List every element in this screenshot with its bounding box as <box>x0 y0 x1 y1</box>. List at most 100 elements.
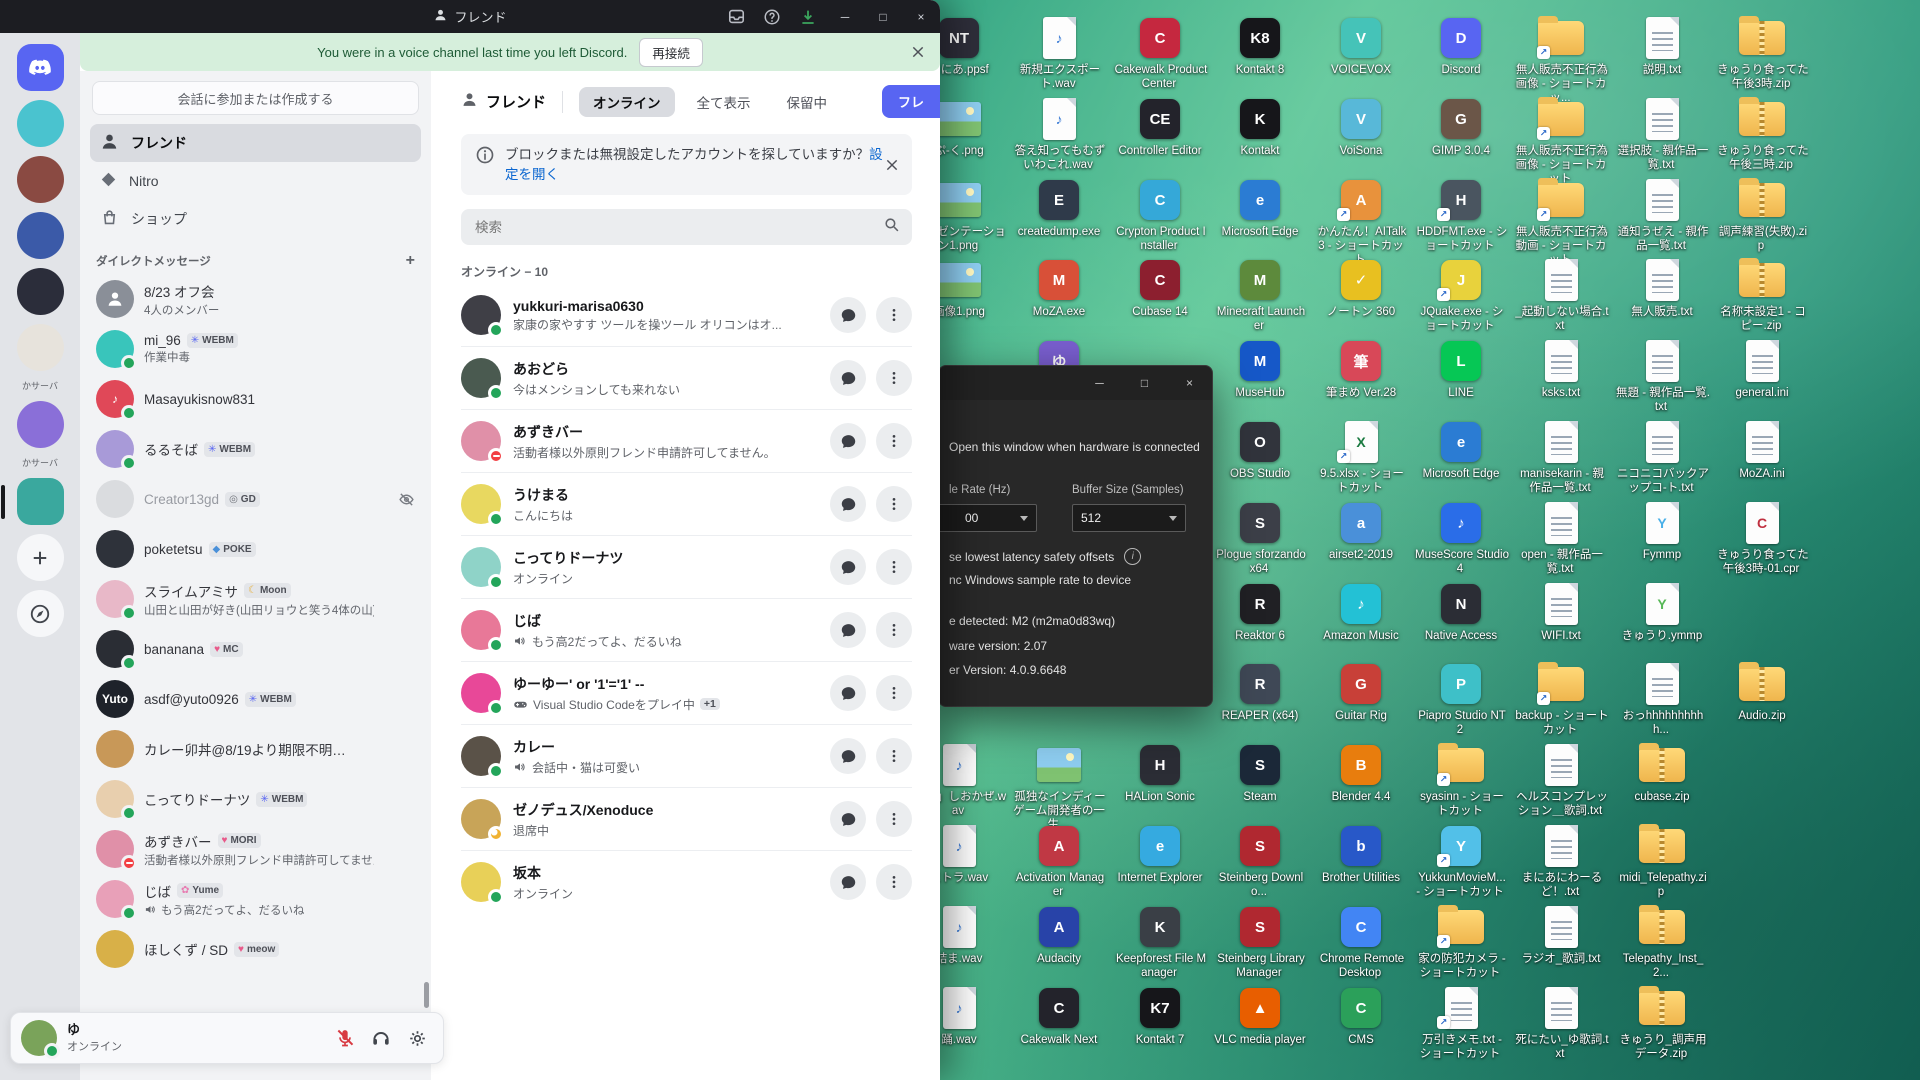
desktop-icon[interactable]: K Keepforest File Manager <box>1112 904 1208 981</box>
desktop-icon[interactable]: P Piapro Studio NT2 <box>1413 661 1509 738</box>
dm-item[interactable]: ♪ Masayukisnow831 <box>90 375 421 423</box>
more-button[interactable] <box>876 675 912 712</box>
more-button[interactable] <box>876 423 912 460</box>
dialog-close-button[interactable]: × <box>1167 366 1212 400</box>
desktop-icon[interactable]: C Cakewalk Product Center <box>1112 15 1208 92</box>
lowest-latency-option[interactable]: se lowest latency safety offsets i <box>949 548 1204 565</box>
dm-item[interactable]: あずきバー ♥ MORI 活動者様以外原則フレンド申請許可してません。 <box>90 825 421 873</box>
hardware-connected-checkbox-label[interactable]: Open this window when hardware is connec… <box>949 440 1204 454</box>
desktop-icon[interactable]: M MuseHub <box>1212 338 1308 401</box>
desktop-icon[interactable]: ↗ 家の防犯カメラ - ショートカット <box>1413 904 1509 981</box>
sidebar-item-shop[interactable]: ショップ <box>90 200 421 238</box>
friend-row[interactable]: yukkuri-marisa0630 家康の家やすす ツールを操ツール オリコン… <box>461 284 912 346</box>
message-button[interactable] <box>830 360 866 397</box>
dm-item[interactable]: スライムアミサ ☾ Moon 山田と山田が好き(山田リョウと笑う4体の山) <box>90 575 421 623</box>
friend-row[interactable]: カレー 会話中・猫は可愛い <box>461 724 912 787</box>
dialog-maximize-button[interactable]: □ <box>1122 366 1167 400</box>
message-button[interactable] <box>830 423 866 460</box>
desktop-icon[interactable]: ↗ 無人販売不正行為動画 - ショートカット <box>1513 177 1609 267</box>
server-avatar[interactable] <box>16 156 64 203</box>
desktop-icon[interactable]: Y Fymmp <box>1614 500 1710 563</box>
buffer-size-select[interactable]: 512 <box>1072 504 1186 532</box>
desktop-icon[interactable]: cubase.zip <box>1614 742 1710 805</box>
dm-item[interactable]: poketetsu ◆ POKE <box>90 525 421 573</box>
add-friend-button[interactable]: フレ <box>882 85 940 118</box>
desktop-icon[interactable]: きゅうり_調声用データ.zip <box>1614 985 1710 1062</box>
desktop-icon[interactable]: K7 Kontakt 7 <box>1112 985 1208 1048</box>
more-button[interactable] <box>876 486 912 523</box>
dm-item[interactable]: るるそば ✳ WEBM <box>90 425 421 473</box>
conversation-search-button[interactable]: 会話に参加または作成する <box>92 81 419 115</box>
sync-sample-rate-option[interactable]: nc Windows sample rate to device <box>949 573 1204 587</box>
dm-item[interactable]: カレー卯丼@8/19より期限不明活動... <box>90 725 421 773</box>
server-avatar[interactable] <box>16 212 64 259</box>
dm-item[interactable]: こってりドーナツ ✳ WEBM <box>90 775 421 823</box>
tab-pending[interactable]: 保留中 <box>773 87 842 117</box>
add-server-button[interactable] <box>16 534 64 581</box>
desktop-icon[interactable]: C Chrome Remote Desktop <box>1313 904 1409 981</box>
desktop-icon[interactable]: L LINE <box>1413 338 1509 401</box>
message-button[interactable] <box>830 801 866 838</box>
desktop-icon[interactable]: 孤独なインディーゲーム開発者の一生... <box>1011 742 1107 832</box>
desktop-icon[interactable]: 無人販売.txt <box>1614 257 1710 320</box>
desktop-icon[interactable]: R Reaktor 6 <box>1212 581 1308 644</box>
more-button[interactable] <box>876 612 912 649</box>
server-avatar[interactable] <box>0 478 64 525</box>
desktop-icon[interactable]: S Steinberg Library Manager <box>1212 904 1308 981</box>
desktop-icon[interactable]: D Discord <box>1413 15 1509 78</box>
desktop-icon[interactable]: V VoiSona <box>1313 96 1409 159</box>
server-avatar[interactable] <box>16 324 64 371</box>
desktop-icon[interactable]: C Cubase 14 <box>1112 257 1208 320</box>
reconnect-button[interactable]: 再接続 <box>639 37 703 67</box>
desktop-icon[interactable]: ♪ 答え知ってもむずいわこれ.wav <box>1011 96 1107 173</box>
desktop-icon[interactable]: A Audacity <box>1011 904 1107 967</box>
dialog-titlebar[interactable]: ─ □ × <box>939 366 1212 400</box>
desktop-icon[interactable]: ↗ 無人販売不正行為画像 - ショートカット <box>1513 96 1609 186</box>
desktop-icon[interactable]: まにあにわーるど！.txt <box>1513 823 1609 900</box>
desktop-icon[interactable]: ▲ VLC media player <box>1212 985 1308 1048</box>
desktop-icon[interactable]: ✓ ノートン 360 <box>1313 257 1409 320</box>
desktop-icon[interactable]: general.ini <box>1714 338 1810 401</box>
desktop-icon[interactable]: 名称未設定1 - コピー.zip <box>1714 257 1810 334</box>
sidebar-item-nitro[interactable]: Nitro <box>90 163 421 199</box>
friend-row[interactable]: あおどら 今はメンションしても来れない <box>461 346 912 409</box>
desktop-icon[interactable]: open - 親作品一覧.txt <box>1513 500 1609 577</box>
desktop-icon[interactable]: _起動しない場合.txt <box>1513 257 1609 334</box>
desktop-icon[interactable]: H ↗ HDDFMT.exe - ショートカット <box>1413 177 1509 254</box>
info-icon[interactable]: i <box>1124 548 1142 565</box>
desktop-icon[interactable]: 通知うぜえ - 親作品一覧.txt <box>1614 177 1710 254</box>
desktop-icon[interactable]: ↗ 無人販売不正行為画像 - ショートカッ... <box>1513 15 1609 105</box>
desktop-icon[interactable]: WIFI.txt <box>1513 581 1609 644</box>
desktop-icon[interactable]: きゅうり食ってた午後3時.zip <box>1714 15 1810 92</box>
desktop-icon[interactable]: manisekarin - 親作品一覧.txt <box>1513 419 1609 496</box>
dm-item[interactable]: 8/23 オフ会 4人のメンバー <box>90 275 421 323</box>
server-avatar[interactable] <box>16 401 64 448</box>
message-button[interactable] <box>830 297 866 334</box>
message-button[interactable] <box>830 738 866 775</box>
update-download-icon[interactable] <box>790 8 826 26</box>
desktop-icon[interactable]: M Minecraft Launcher <box>1212 257 1308 334</box>
friend-row[interactable]: あずきバー 活動者様以外原則フレンド申請許可してません。 <box>461 409 912 472</box>
desktop-icon[interactable]: A↗ かんたん！AITalk 3 - ショートカット <box>1313 177 1409 267</box>
desktop-icon[interactable]: e Internet Explorer <box>1112 823 1208 886</box>
explore-button[interactable] <box>16 590 64 637</box>
more-button[interactable] <box>876 738 912 775</box>
more-button[interactable] <box>876 360 912 397</box>
discord-titlebar[interactable]: フレンド ─ □ × <box>0 0 940 33</box>
desktop-icon[interactable]: E createdump.exe <box>1011 177 1107 240</box>
dm-item[interactable]: じば ✿ Yume もう高2だってよ、だるいね <box>90 875 421 923</box>
more-button[interactable] <box>876 297 912 334</box>
desktop-icon[interactable]: ksks.txt <box>1513 338 1609 401</box>
create-dm-icon[interactable]: + <box>406 253 415 269</box>
more-button[interactable] <box>876 801 912 838</box>
friends-search-input[interactable] <box>473 218 883 236</box>
desktop-icon[interactable]: K8 Kontakt 8 <box>1212 15 1308 78</box>
help-icon[interactable] <box>754 8 790 26</box>
eye-off-icon[interactable] <box>398 491 415 508</box>
maximize-button[interactable]: □ <box>864 0 902 33</box>
dm-item[interactable]: bananana ♥ MC <box>90 625 421 673</box>
desktop-icon[interactable]: CE Controller Editor <box>1112 96 1208 159</box>
friend-row[interactable]: ゆーゆー' or '1'='1' -- Visual Studio Codeをプ… <box>461 661 912 724</box>
desktop-icon[interactable]: C Cakewalk Next <box>1011 985 1107 1048</box>
dm-item[interactable]: ほしくず / SD ♥ meow <box>90 925 421 973</box>
